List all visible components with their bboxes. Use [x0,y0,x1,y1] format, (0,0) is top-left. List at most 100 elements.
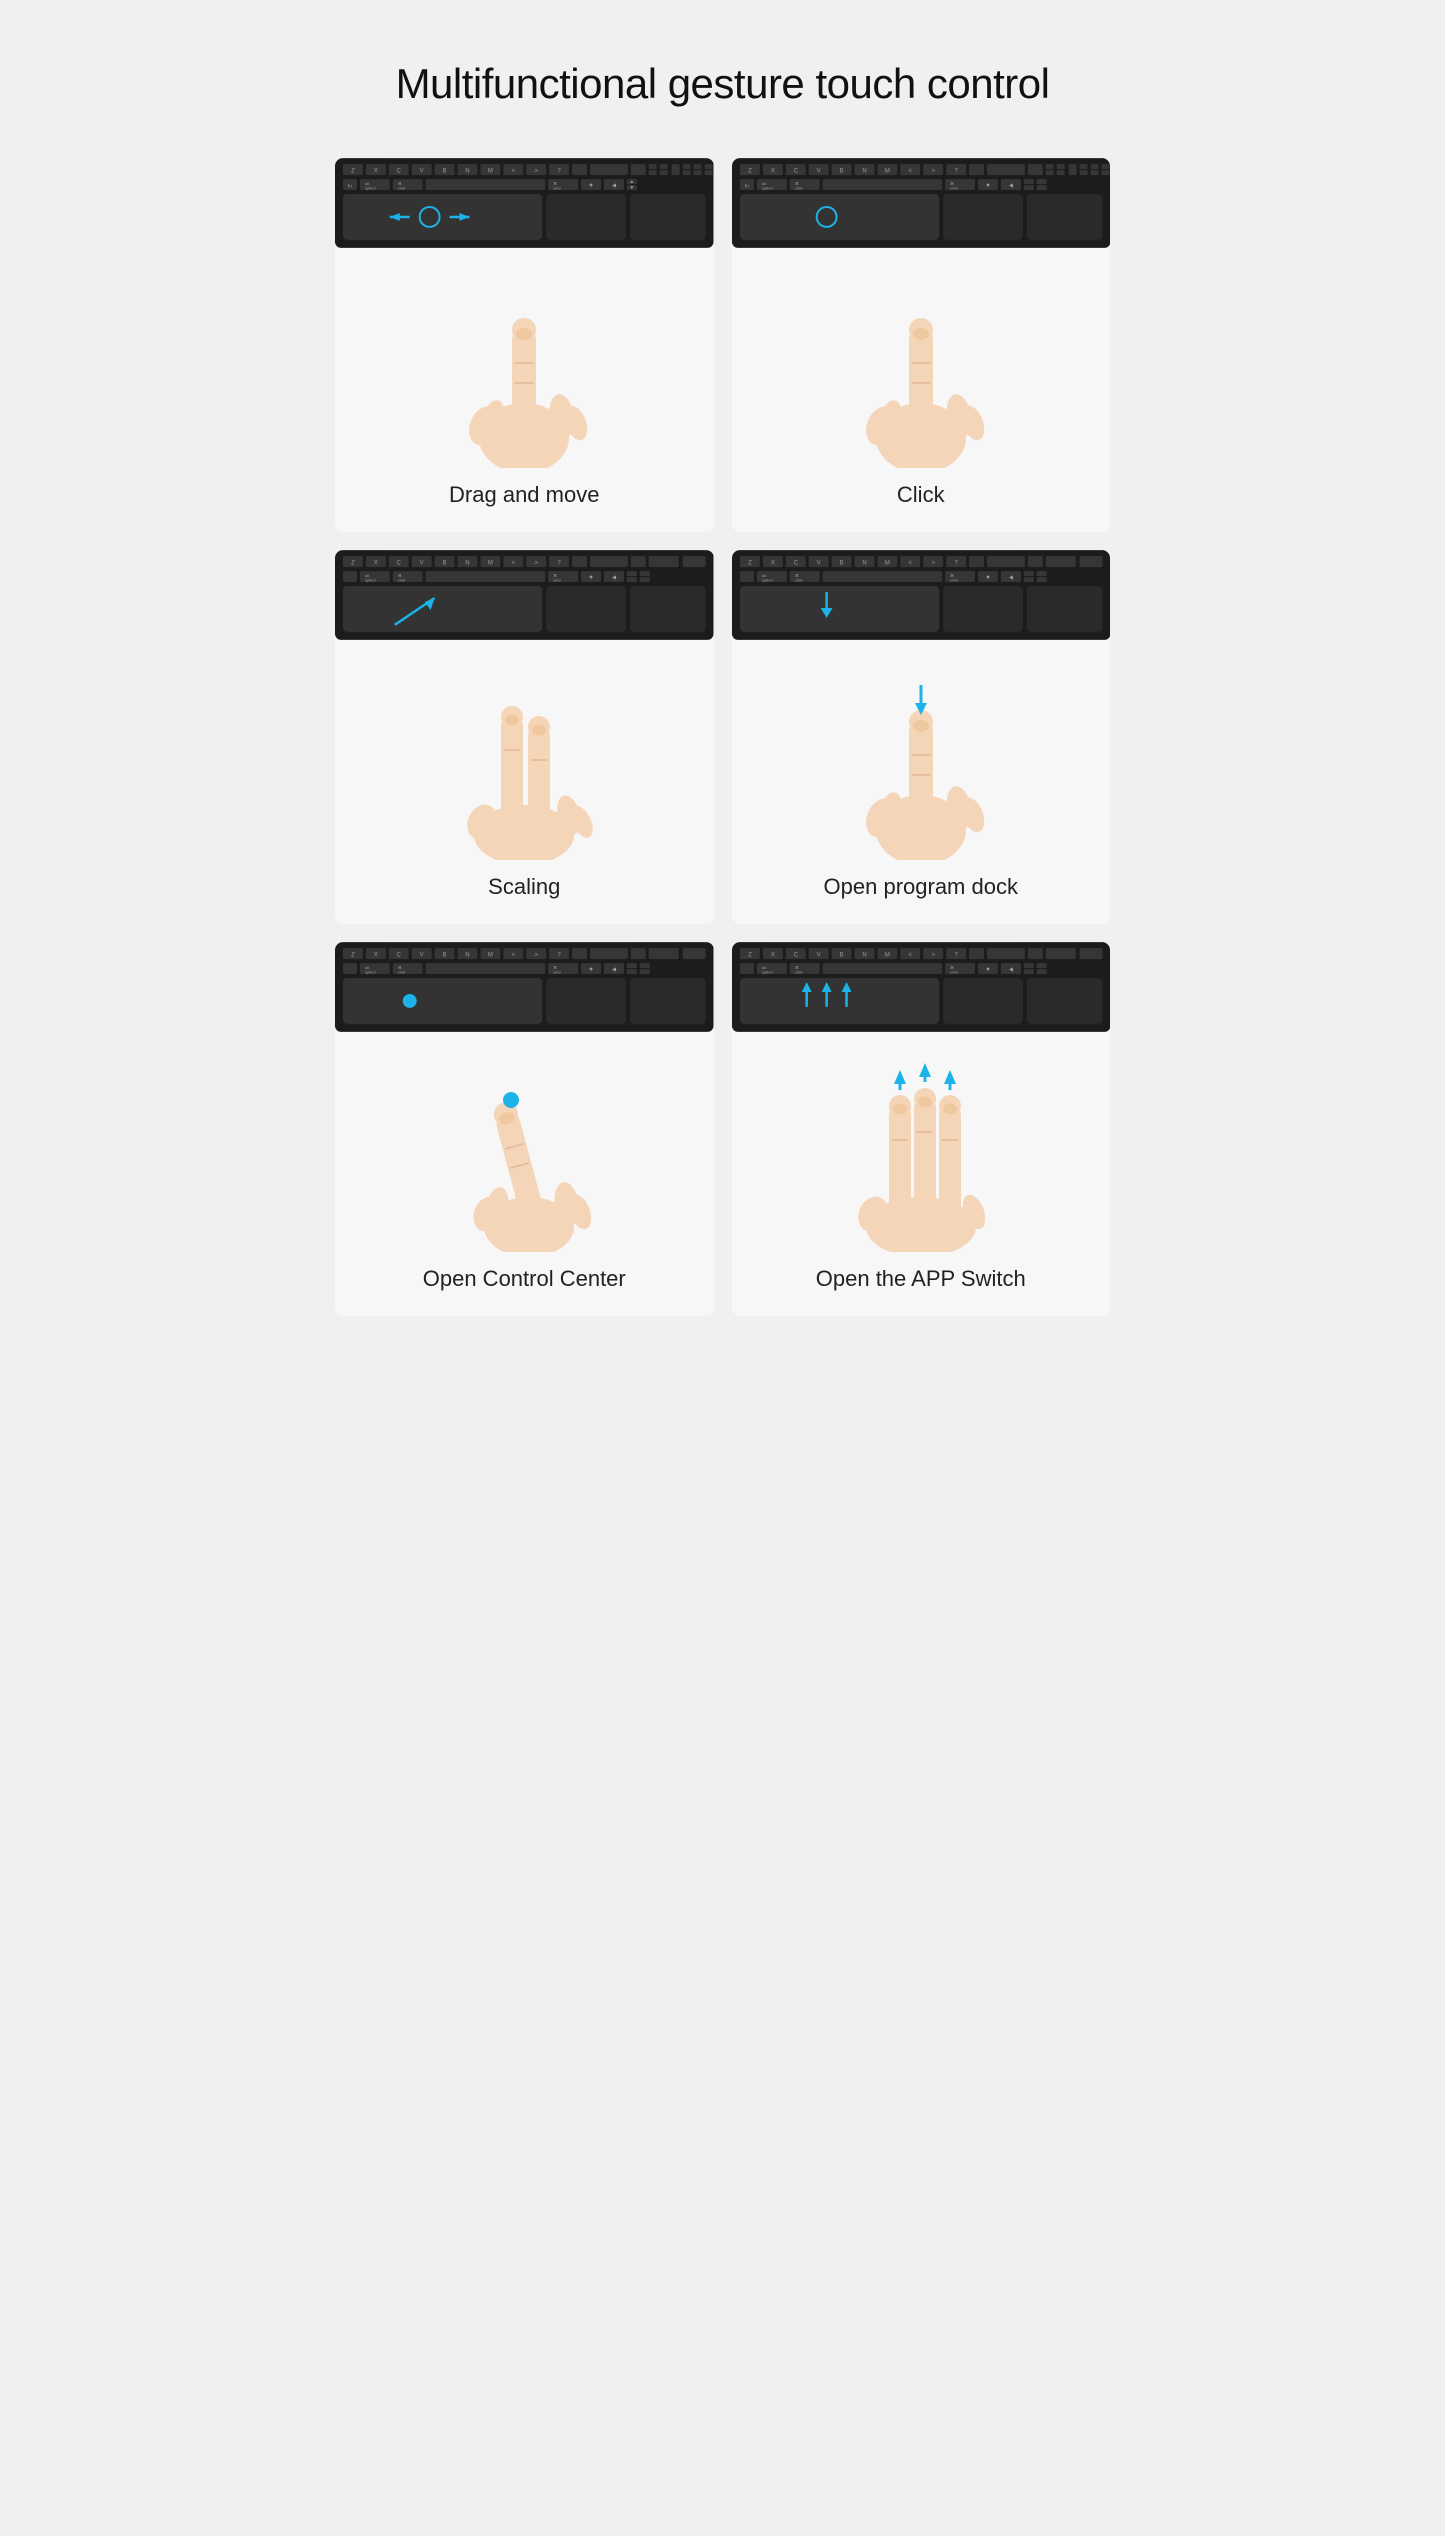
gesture-cell-click: Z X C V B N M < > ? [732,158,1111,532]
svg-text:fn: fn [348,184,352,190]
program-dock-illustration [732,640,1111,860]
svg-text:Z: Z [351,561,355,567]
svg-text:cmd: cmd [398,970,406,975]
app-switch-hand-svg [811,1032,1031,1252]
svg-text:option: option [761,578,772,583]
svg-text:>: > [931,561,935,567]
svg-text:V: V [420,953,424,959]
svg-text:cmd: cmd [398,578,406,583]
svg-text:B: B [443,561,447,567]
svg-text:Z: Z [748,953,752,959]
svg-text:X: X [374,561,378,567]
svg-text:C: C [793,169,798,175]
svg-text:V: V [420,561,424,567]
svg-text:V: V [816,561,820,567]
svg-text:B: B [443,953,447,959]
svg-text:>: > [931,953,935,959]
dock-hand-svg [821,640,1021,860]
svg-text:option: option [365,186,376,191]
svg-text:>: > [534,561,538,567]
svg-text:M: M [884,953,889,959]
keyboard-click: Z X C V B N M < > ? [732,158,1111,248]
svg-text:M: M [488,953,493,959]
svg-text:cmd: cmd [553,578,561,583]
svg-text:<: < [512,169,516,175]
svg-text:N: N [862,953,866,959]
svg-text:option: option [761,970,772,975]
svg-text:X: X [770,169,774,175]
svg-text:✦: ✦ [588,574,594,582]
svg-text:<: < [512,561,516,567]
svg-text:C: C [397,561,402,567]
gesture-cell-drag-move: Z X C V B N M < > ? [335,158,714,532]
scaling-illustration [335,640,714,860]
svg-text:>: > [534,953,538,959]
gesture-grid: Z X C V B N M < > ? [335,158,1110,1316]
svg-text:C: C [397,953,402,959]
scaling-hand-svg [424,640,624,860]
svg-text:C: C [397,169,402,175]
drag-hand-svg [424,248,624,468]
svg-text:C: C [793,953,798,959]
svg-text:cmd: cmd [553,186,561,191]
svg-text:M: M [488,169,493,175]
gesture-cell-control-center: Z X C V B N M < > ? [335,942,714,1316]
svg-text:✦: ✦ [985,966,991,974]
svg-text:Z: Z [748,169,752,175]
click-hand-svg [821,248,1021,468]
svg-text:cmd: cmd [398,186,406,191]
svg-text:N: N [465,561,469,567]
svg-text:cmd: cmd [553,970,561,975]
app-switch-label: Open the APP Switch [816,1266,1026,1292]
svg-text:Z: Z [351,169,355,175]
svg-text:cmd: cmd [794,970,802,975]
svg-text:>: > [931,169,935,175]
svg-text:✦: ✦ [985,182,991,190]
svg-text:<: < [908,169,912,175]
click-label: Click [897,482,945,508]
svg-text:M: M [488,561,493,567]
svg-text:◄: ◄ [1007,183,1014,190]
svg-text:N: N [465,953,469,959]
svg-text:V: V [816,953,820,959]
svg-text:<: < [512,953,516,959]
svg-text:M: M [884,169,889,175]
keyboard-scaling: Z X C V B N M < > ? [335,550,714,640]
keyboard-control: Z X C V B N M < > ? [335,942,714,1032]
svg-text:option: option [761,186,772,191]
drag-move-illustration [335,248,714,468]
scaling-label: Scaling [488,874,560,900]
page-title: Multifunctional gesture touch control [335,60,1110,108]
svg-text:✦: ✦ [588,966,594,974]
svg-text:option: option [365,578,376,583]
svg-text:X: X [770,561,774,567]
control-center-label: Open Control Center [423,1266,626,1292]
click-illustration [732,248,1111,468]
control-hand-svg [424,1032,624,1252]
svg-text:B: B [839,953,843,959]
svg-text:B: B [839,561,843,567]
drag-move-label: Drag and move [449,482,599,508]
svg-text:V: V [420,169,424,175]
gesture-cell-app-switch: Z X C V B N M < > ? [732,942,1111,1316]
svg-text:>: > [534,169,538,175]
svg-text:option: option [365,970,376,975]
svg-text:◄: ◄ [610,183,617,190]
svg-text:<: < [908,561,912,567]
svg-text:B: B [839,169,843,175]
svg-text:M: M [884,561,889,567]
control-center-illustration [335,1032,714,1252]
keyboard-drag: Z X C V B N M < > ? [335,158,714,248]
svg-text:cmd: cmd [950,970,958,975]
svg-text:fn: fn [744,184,748,190]
svg-text:V: V [816,169,820,175]
svg-text:▼: ▼ [629,185,634,191]
gesture-cell-open-program-dock: Z X C V B N M < > ? [732,550,1111,924]
svg-text:C: C [793,561,798,567]
svg-text:◄: ◄ [1007,575,1014,582]
svg-text:X: X [770,953,774,959]
svg-text:Z: Z [748,561,752,567]
svg-text:B: B [443,169,447,175]
svg-text:<: < [908,953,912,959]
svg-text:N: N [862,169,866,175]
